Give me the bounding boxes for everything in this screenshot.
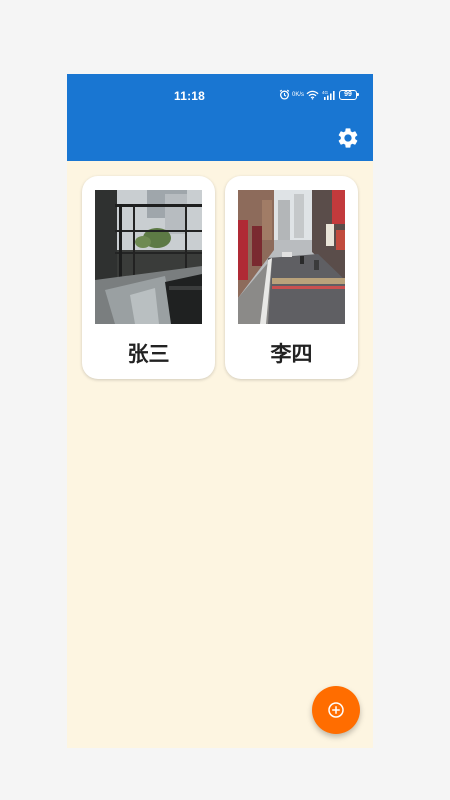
gear-icon — [338, 128, 358, 148]
status-time: 11:18 — [174, 89, 206, 103]
app-bar: 11:18 0 K/s 4G 99 — [67, 74, 373, 161]
contact-photo — [238, 190, 345, 324]
network-type-label: 4G — [322, 90, 329, 95]
contact-card[interactable]: 张三 — [82, 176, 215, 379]
city-street-photo — [238, 190, 345, 324]
add-circle-icon — [328, 702, 344, 718]
network-speed-unit: K/s — [295, 91, 305, 98]
settings-button[interactable] — [335, 125, 361, 151]
contact-photo — [95, 190, 202, 324]
contact-name: 张三 — [127, 342, 170, 366]
contact-name: 李四 — [270, 342, 313, 366]
status-icons: 0 K/s 4G 99 — [279, 89, 359, 100]
contact-grid: 张三 李四 — [82, 176, 358, 379]
app-screen: 11:18 0 K/s 4G 99 张三 李四 — [67, 74, 373, 748]
add-contact-fab[interactable] — [312, 686, 360, 734]
cellular-signal-icon: 4G — [322, 90, 336, 100]
battery-level: 99 — [344, 91, 352, 98]
wifi-icon — [306, 90, 319, 100]
contact-card[interactable]: 李四 — [225, 176, 358, 379]
alarm-icon — [279, 89, 290, 100]
battery-icon: 99 — [339, 89, 359, 100]
balcony-railing-photo — [95, 190, 202, 324]
network-speed: 0 K/s — [292, 91, 305, 98]
